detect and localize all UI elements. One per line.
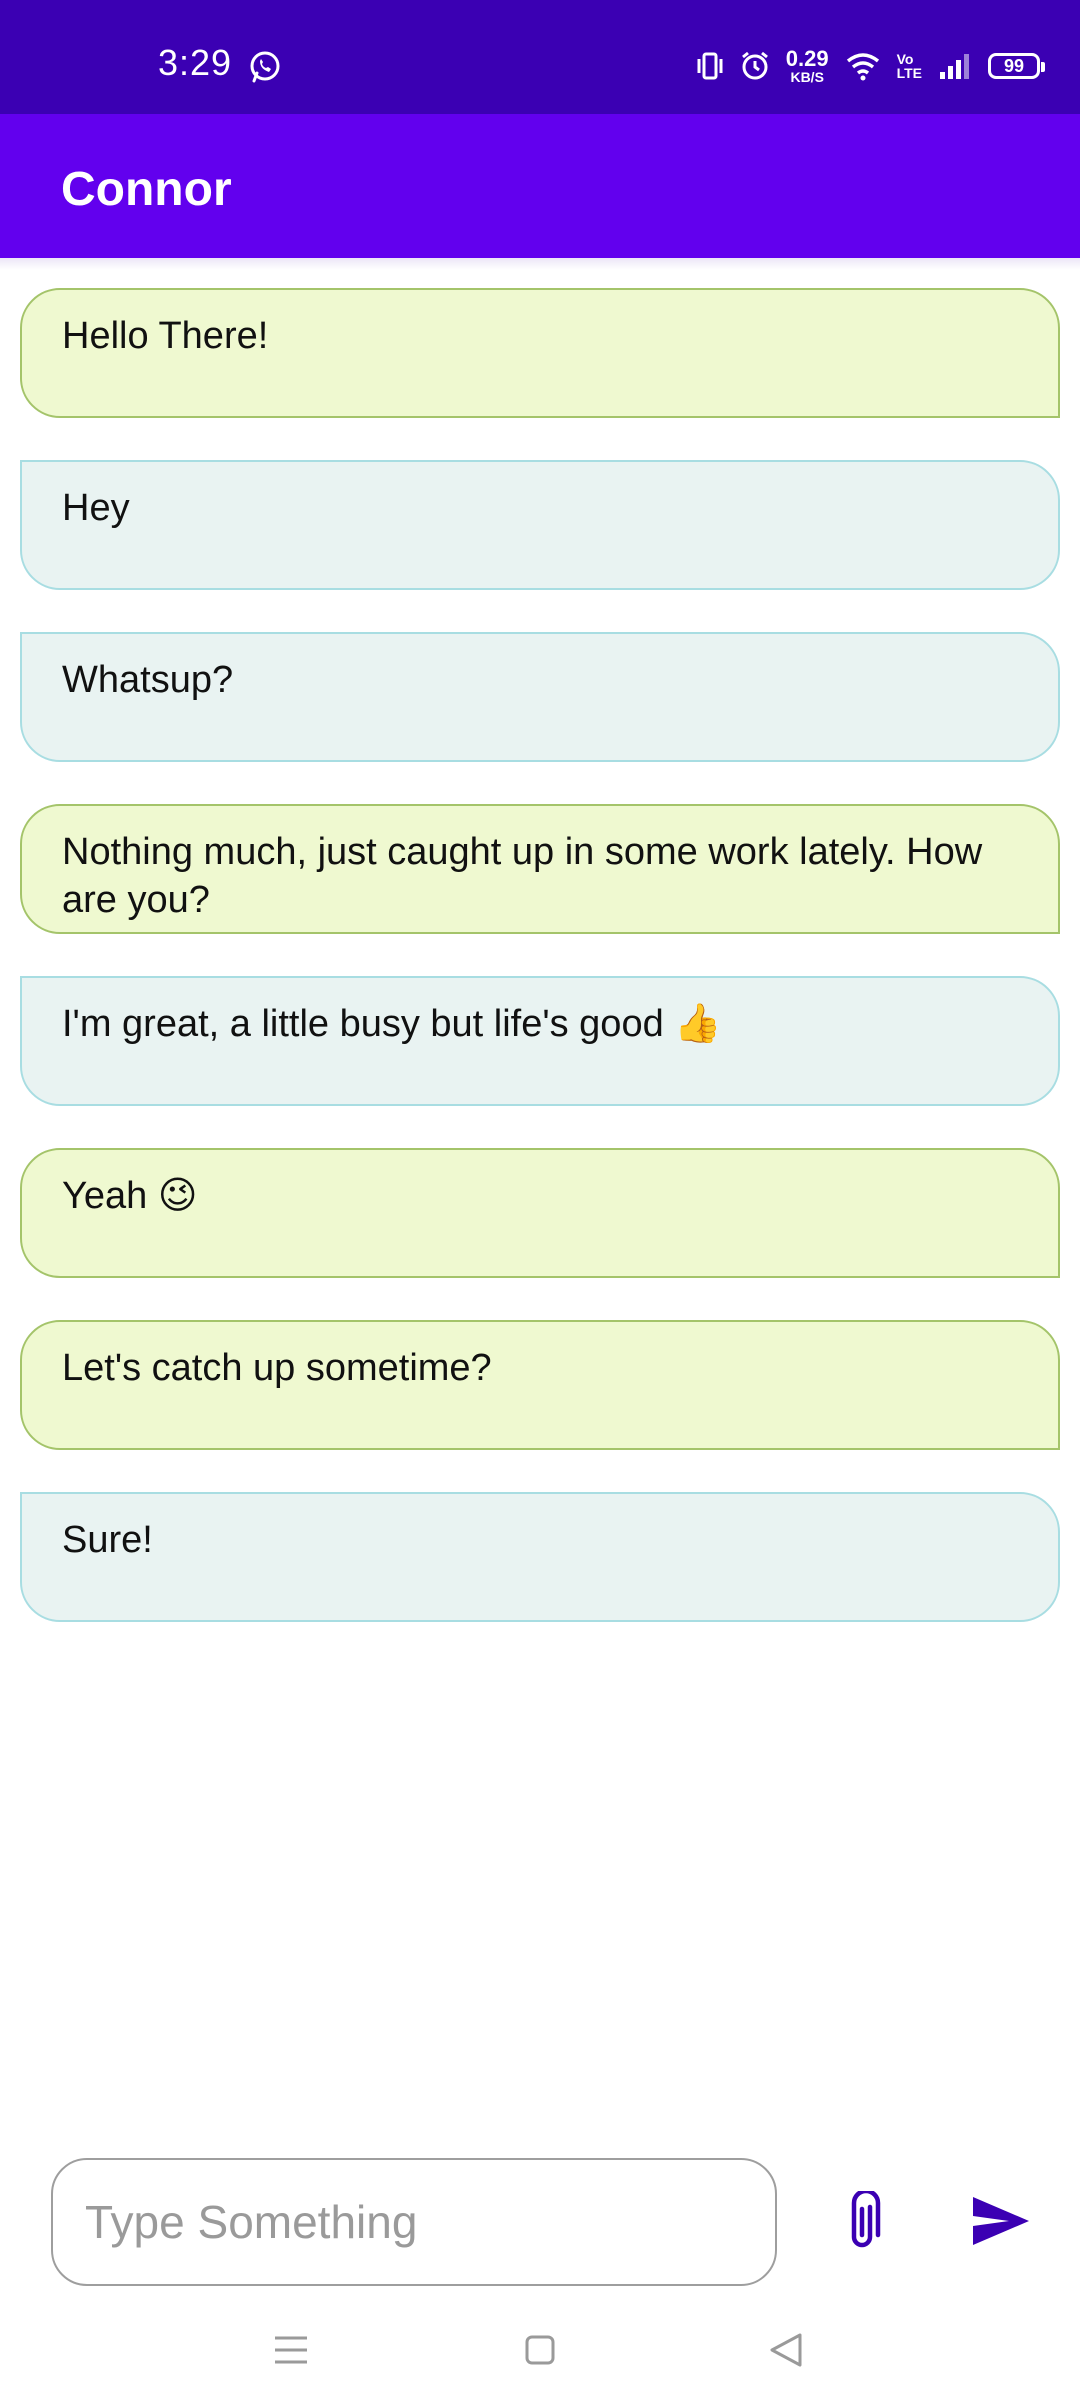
home-button[interactable] [510, 2322, 570, 2378]
send-icon [973, 2197, 1029, 2245]
message-text: Let's catch up sometime? [62, 1347, 492, 1389]
signal-icon [940, 54, 969, 79]
message-text: Hello There! [62, 315, 269, 357]
net-speed-unit: KB/S [790, 69, 824, 85]
net-speed: 0.29 KB/S [785, 46, 829, 85]
message-bubble-sent[interactable]: Let's catch up sometime? [20, 1320, 1060, 1450]
alarm-icon [741, 51, 768, 80]
message-bubble-received[interactable]: I'm great, a little busy but life's good… [20, 976, 1060, 1106]
message-bubble-received[interactable]: Whatsup? [20, 632, 1060, 762]
message-text: Hey [62, 487, 130, 529]
status-bar: 3:29 0.29 KB/S Vo LTE 99 [0, 0, 1080, 114]
volte-bottom: LTE [896, 65, 922, 81]
recent-apps-button[interactable] [261, 2322, 321, 2378]
status-icons: 0.29 KB/S Vo LTE 99 [696, 44, 1045, 88]
attach-button[interactable] [834, 2188, 890, 2256]
app-bar-shadow [0, 258, 1080, 270]
message-text: Yeah 😉 [62, 1175, 198, 1217]
send-button[interactable] [970, 2192, 1032, 2250]
paperclip-icon [851, 2191, 881, 2248]
message-text: Whatsup? [62, 659, 234, 701]
message-input[interactable] [83, 2194, 745, 2250]
message-list[interactable]: Hello There! Hey Whatsup? Nothing much, … [20, 288, 1060, 1664]
message-bubble-received[interactable]: Hey [20, 460, 1060, 590]
battery-level: 99 [1003, 55, 1025, 76]
system-nav-bar [0, 2300, 1080, 2400]
back-icon [770, 2333, 802, 2367]
battery-icon: 99 [988, 53, 1045, 79]
wifi-icon [846, 53, 879, 81]
back-button[interactable] [756, 2322, 816, 2378]
message-bubble-received[interactable]: Sure! [20, 1492, 1060, 1622]
message-text: I'm great, a little busy but life's good… [62, 1003, 722, 1045]
whatsapp-icon [250, 51, 280, 83]
volte-top: Vo [896, 51, 914, 67]
message-bubble-sent[interactable]: Nothing much, just caught up in some wor… [20, 804, 1060, 934]
chat-screen: 3:29 0.29 KB/S Vo LTE 99 Connor Hello Th… [0, 0, 1080, 2400]
home-icon [525, 2335, 555, 2365]
message-text: Nothing much, just caught up in some wor… [62, 831, 983, 921]
vibrate-icon [697, 52, 723, 80]
message-text: Sure! [62, 1519, 153, 1561]
menu-icon [275, 2336, 307, 2364]
contact-name-title: Connor [61, 163, 232, 216]
message-bubble-sent[interactable]: Yeah 😉 [20, 1148, 1060, 1278]
volte-indicator: Vo LTE [897, 52, 922, 80]
message-bubble-sent[interactable]: Hello There! [20, 288, 1060, 418]
app-bar: Connor [0, 114, 1080, 258]
net-speed-value: 0.29 [785, 46, 829, 71]
message-input-box[interactable] [51, 2158, 777, 2286]
status-time: 3:29 [158, 42, 233, 83]
